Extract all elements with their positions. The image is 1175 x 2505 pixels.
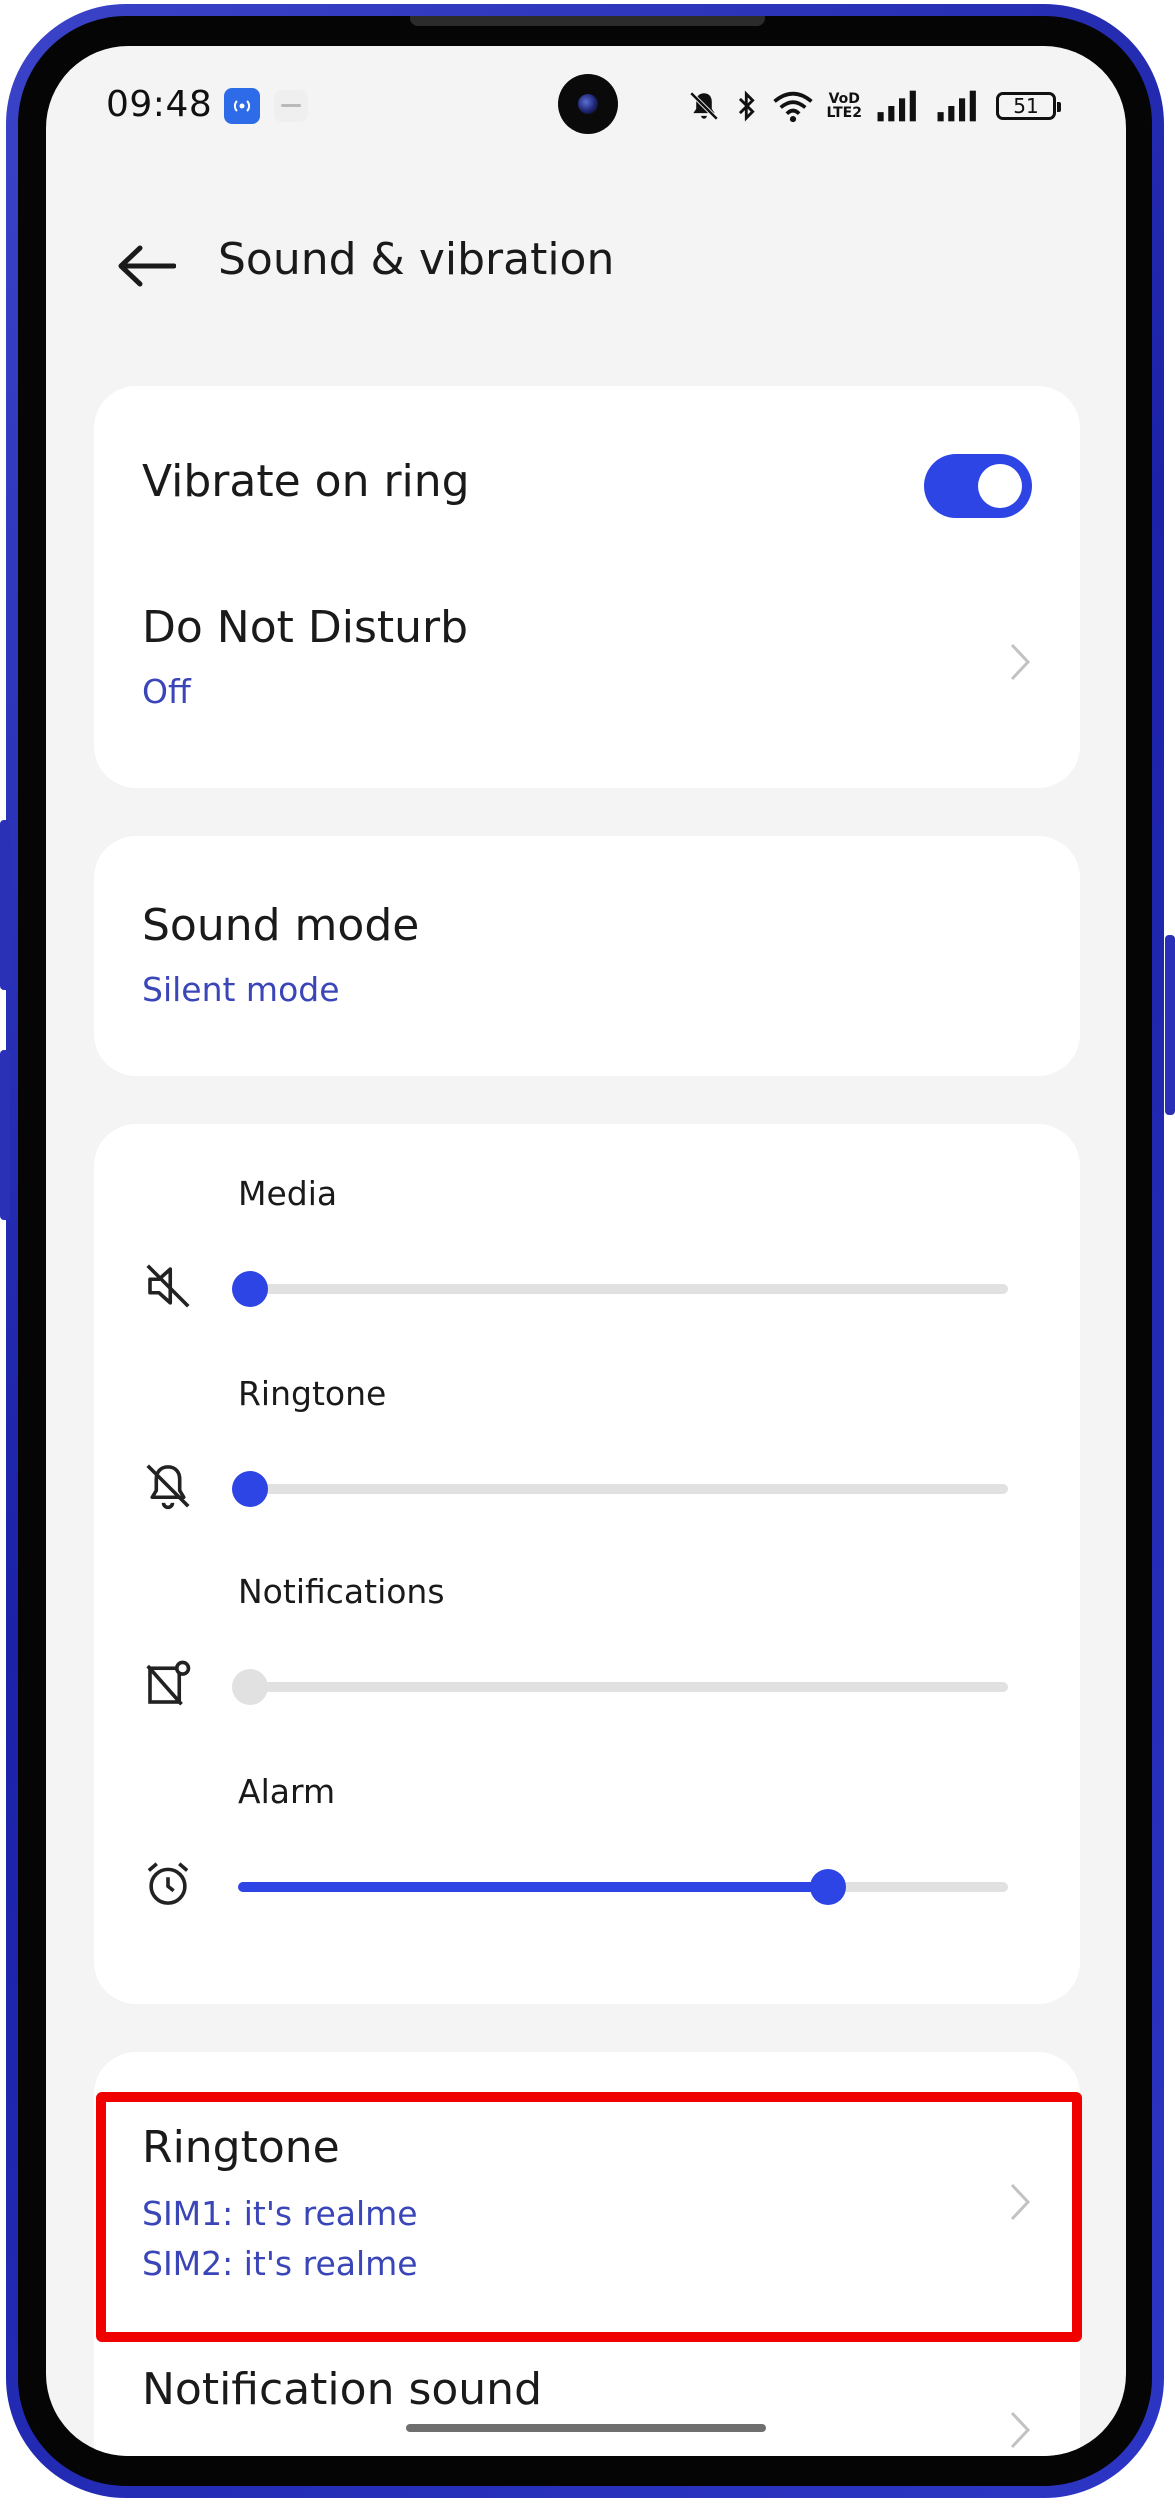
mute-bell-icon [689,91,718,121]
back-button[interactable] [106,226,186,306]
wifi-icon [772,91,813,123]
power-button [1165,935,1175,1115]
volte-icon: VoD LTE2 [827,92,862,120]
notification-muted-icon[interactable] [140,1656,196,1712]
vibrate-on-ring-toggle[interactable] [924,454,1032,518]
arrow-left-icon [118,245,176,287]
sound-mode-value: Silent mode [142,970,340,1009]
alarm-volume-label: Alarm [238,1772,336,1811]
alarm-clock-icon[interactable] [140,1856,196,1912]
bluetooth-icon [738,90,755,122]
toggle-knob [978,464,1022,508]
vibrate-on-ring-label: Vibrate on ring [142,456,470,507]
notification-sound-label: Notification sound [142,2364,542,2415]
phone-screen: 09:48 VoD LTE2 51 Sound & vibration Vibr… [46,46,1126,2456]
alarm-volume-slider[interactable] [238,1869,1008,1905]
battery-level: 51 [1013,94,1039,118]
do-not-disturb-value: Off [142,672,191,711]
vibration-dnd-card: Vibrate on ring Do Not Disturb Off [94,386,1080,788]
slider-fill [238,1882,816,1892]
front-camera [558,74,618,134]
app-icon [274,90,308,122]
speaker-muted-icon[interactable] [140,1258,196,1314]
notification-sound-row[interactable]: Notification sound [94,2322,1080,2456]
highlight-box [96,2092,1082,2342]
signal-icon [877,90,916,122]
battery-icon: 51 [996,92,1061,120]
do-not-disturb-row[interactable]: Do Not Disturb Off [94,596,1080,766]
hotspot-app-icon [224,88,260,124]
volume-card: Media Ringtone Notifications Alarm [94,1124,1080,2004]
chevron-right-icon [1000,632,1040,692]
status-icons: VoD LTE2 51 [687,86,1061,126]
signal-icon [937,90,976,122]
speaker-slot [410,16,765,26]
volte-top: VoD [828,91,860,107]
do-not-disturb-label: Do Not Disturb [142,602,469,653]
notifications-volume-slider[interactable] [232,1669,1008,1705]
media-volume-label: Media [238,1174,338,1213]
ringtone-volume-label: Ringtone [238,1374,387,1413]
slider-thumb[interactable] [810,1869,846,1905]
page-title: Sound & vibration [218,234,615,285]
notifications-volume-label: Notifications [238,1572,445,1611]
chevron-right-icon [1000,2400,1040,2456]
bell-muted-icon[interactable] [140,1458,196,1514]
status-time: 09:48 [106,84,213,125]
volume-down-button [0,1050,10,1220]
volume-up-button [0,820,10,990]
camera-lens [578,94,598,114]
slider-thumb[interactable] [232,1471,268,1507]
slider-thumb[interactable] [232,1271,268,1307]
sound-mode-label: Sound mode [142,900,420,951]
screenshot-stage: 09:48 VoD LTE2 51 Sound & vibration Vibr… [0,0,1175,2505]
ringtone-volume-slider[interactable] [232,1471,1008,1507]
home-indicator[interactable] [406,2424,766,2432]
media-volume-slider[interactable] [232,1271,1008,1307]
volte-bottom: LTE2 [826,105,862,121]
sound-mode-card[interactable]: Sound mode Silent mode [94,836,1080,1076]
slider-thumb[interactable] [232,1669,268,1705]
